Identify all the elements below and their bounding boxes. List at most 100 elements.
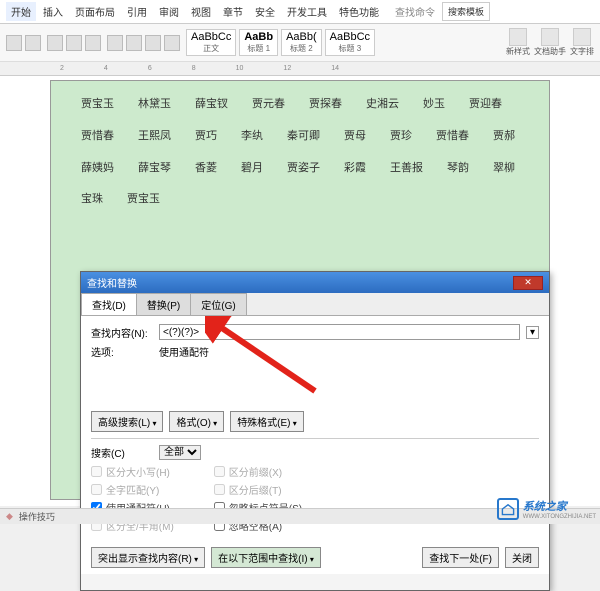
tab-home[interactable]: 开始 [6,2,36,21]
check-case: 区分大小写(H) [91,464,174,479]
options-value: 使用通配符 [159,344,209,359]
font-group [47,35,101,51]
tab-review[interactable]: 审阅 [154,2,184,21]
name-cell: 秦可卿 [287,127,320,147]
styles-group: AaBbCc正文 AaBb标题 1 AaBb(标题 2 AaBbCc标题 3 [186,29,375,56]
text-arrange-button[interactable]: 文字排 [570,28,594,57]
name-cell: 贾姿子 [287,159,320,179]
new-style-button[interactable]: 新样式 [506,28,530,57]
cut-icon[interactable] [25,35,41,51]
tab-security[interactable]: 安全 [250,2,280,21]
align-left-icon[interactable] [107,35,123,51]
check-suffix: 区分后缀(T) [214,482,302,497]
name-cell: 贾母 [344,127,366,147]
style-heading2[interactable]: AaBb(标题 2 [281,29,322,56]
tab-layout[interactable]: 页面布局 [70,2,120,21]
ruler: 2468101214 [0,62,600,76]
name-cell: 贾惜春 [436,127,469,147]
name-cell: 薛宝琴 [138,159,171,179]
tab-view[interactable]: 视图 [186,2,216,21]
name-cell: 贾宝玉 [127,190,160,210]
name-cell: 王熙凤 [138,127,171,147]
close-dialog-button[interactable]: 关闭 [505,547,539,568]
tab-section[interactable]: 章节 [218,2,248,21]
name-cell: 妙玉 [423,95,445,115]
tab-insert[interactable]: 插入 [38,2,68,21]
special-format-button[interactable]: 特殊格式(E) [230,411,304,432]
ribbon-tabs: 开始 插入 页面布局 引用 审阅 视图 章节 安全 开发工具 特色功能 查找命令… [0,0,600,24]
check-whole: 全字匹配(Y) [91,482,174,497]
search-template-input[interactable]: 搜索模板 [442,2,490,21]
search-scope-label: 搜索(C) [91,445,153,460]
search-command[interactable]: 查找命令 [390,2,440,21]
search-scope-select[interactable]: 全部 [159,445,201,460]
name-cell: 彩霞 [344,159,366,179]
name-cell: 香菱 [195,159,217,179]
format-button[interactable]: 格式(O) [169,411,224,432]
doc-assistant-button[interactable]: 文档助手 [534,28,566,57]
dialog-titlebar[interactable]: 查找和替换 ✕ [81,272,549,293]
name-cell: 琴韵 [447,159,469,179]
style-heading3[interactable]: AaBbCc标题 3 [325,29,375,56]
tab-replace[interactable]: 替换(P) [136,293,191,315]
tab-references[interactable]: 引用 [122,2,152,21]
bold-icon[interactable] [47,35,63,51]
ribbon-bar: AaBbCc正文 AaBb标题 1 AaBb(标题 2 AaBbCc标题 3 新… [0,24,600,62]
name-cell: 宝珠 [81,190,103,210]
watermark-url: WWW.XITONGZHIJIA.NET [523,514,596,520]
watermark: 系统之家 WWW.XITONGZHIJIA.NET [497,498,596,520]
doc-assistant-icon [541,28,559,46]
watermark-logo-icon [497,498,519,520]
name-cell: 碧月 [241,159,263,179]
find-replace-dialog: 查找和替换 ✕ 查找(D) 替换(P) 定位(G) 查找内容(N): ▾ 选项:… [80,271,550,591]
list-icon[interactable] [164,35,180,51]
name-cell: 贾珍 [390,127,412,147]
find-in-range-button[interactable]: 在以下范围中查找(I) [211,547,321,568]
dialog-tabs: 查找(D) 替换(P) 定位(G) [81,293,549,316]
ribbon-right: 新样式 文档助手 文字排 [506,28,594,57]
tab-special[interactable]: 特色功能 [334,2,384,21]
name-cell: 林黛玉 [138,95,171,115]
name-cell: 薛宝钗 [195,95,228,115]
text-arrange-icon [573,28,591,46]
name-cell: 贾宝玉 [81,95,114,115]
highlight-results-button[interactable]: 突出显示查找内容(R) [91,547,205,568]
options-label: 选项: [91,344,153,359]
dialog-body: 查找内容(N): ▾ 选项: 使用通配符 高级搜索(L) 格式(O) 特殊格式(… [81,316,549,574]
name-cell: 翠柳 [493,159,515,179]
name-cell: 贾探春 [309,95,342,115]
name-cell: 贾惜春 [81,127,114,147]
name-cell: 贾迎春 [469,95,502,115]
underline-icon[interactable] [85,35,101,51]
find-content-input[interactable] [159,324,520,340]
name-cell: 薛姨妈 [81,159,114,179]
find-content-label: 查找内容(N): [91,325,153,340]
name-cell: 贾巧 [195,127,217,147]
name-cell: 王善报 [390,159,423,179]
style-normal[interactable]: AaBbCc正文 [186,29,236,56]
watermark-text: 系统之家 [523,498,596,514]
align-right-icon[interactable] [145,35,161,51]
names-list: 贾宝玉 林黛玉 薛宝钗 贾元春 贾探春 史湘云 妙玉 贾迎春 贾惜春 王熙凤 贾… [81,95,519,210]
name-cell: 贾郝 [493,127,515,147]
tab-goto[interactable]: 定位(G) [190,293,246,315]
align-center-icon[interactable] [126,35,142,51]
advanced-search-button[interactable]: 高级搜索(L) [91,411,163,432]
name-cell: 贾元春 [252,95,285,115]
name-cell: 李纨 [241,127,263,147]
paste-icon[interactable] [6,35,22,51]
tab-developer[interactable]: 开发工具 [282,2,332,21]
check-prefix: 区分前缀(X) [214,464,302,479]
dialog-title: 查找和替换 [87,275,137,290]
close-button[interactable]: ✕ [513,276,543,290]
name-cell: 史湘云 [366,95,399,115]
style-heading1[interactable]: AaBb标题 1 [239,29,278,56]
italic-icon[interactable] [66,35,82,51]
tab-find[interactable]: 查找(D) [81,293,137,315]
clipboard-group [6,35,41,51]
dropdown-icon[interactable]: ▾ [526,326,539,339]
paragraph-group [107,35,180,51]
document-area: 贾宝玉 林黛玉 薛宝钗 贾元春 贾探春 史湘云 妙玉 贾迎春 贾惜春 王熙凤 贾… [0,76,600,506]
find-next-button[interactable]: 查找下一处(F) [422,547,499,568]
status-ops[interactable]: 操作技巧 [19,510,55,523]
